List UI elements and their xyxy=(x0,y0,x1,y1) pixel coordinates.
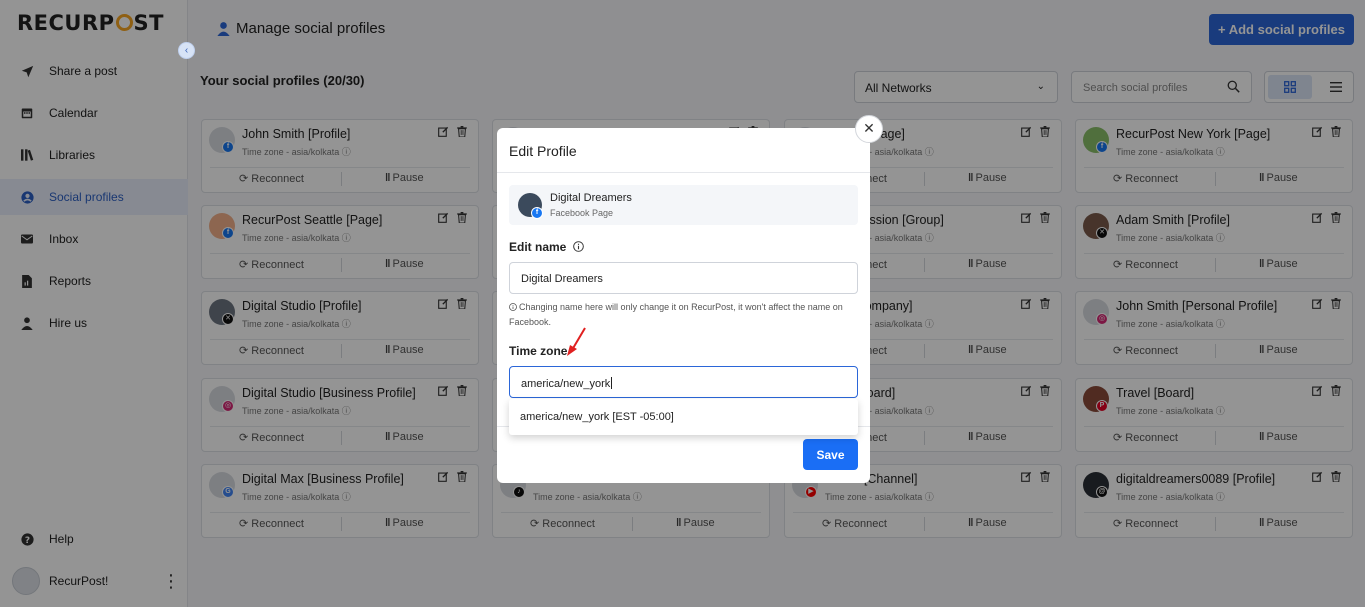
edit-name-input[interactable]: Digital Dreamers xyxy=(509,262,858,294)
time-zone-dropdown: america/new_york [EST -05:00] xyxy=(509,399,858,435)
divider xyxy=(497,172,870,173)
time-zone-option[interactable]: america/new_york [EST -05:00] xyxy=(520,411,674,423)
page-name: Digital Dreamers xyxy=(550,192,632,204)
info-icon xyxy=(509,303,517,311)
annotation-arrow-icon xyxy=(567,327,586,356)
edit-profile-modal: Edit Profile f Digital Dreamers Facebook… xyxy=(497,128,870,483)
collapse-sidebar-icon[interactable]: ‹ xyxy=(178,42,195,59)
text-caret xyxy=(611,377,613,389)
save-button[interactable]: Save xyxy=(803,439,858,470)
name-note: Changing name here will only change it o… xyxy=(509,302,843,327)
close-modal-button[interactable]: ✕ xyxy=(855,115,883,143)
time-zone-input[interactable]: america/new_york xyxy=(509,366,858,398)
close-icon: ✕ xyxy=(863,120,875,136)
info-icon xyxy=(572,241,584,252)
modal-title: Edit Profile xyxy=(509,143,577,159)
page-type: Facebook Page xyxy=(550,208,614,218)
selected-page-card: f Digital Dreamers Facebook Page xyxy=(509,185,858,225)
facebook-icon: f xyxy=(531,207,543,219)
time-zone-label: Time zone xyxy=(509,344,568,358)
edit-name-label: Edit name xyxy=(509,240,584,254)
